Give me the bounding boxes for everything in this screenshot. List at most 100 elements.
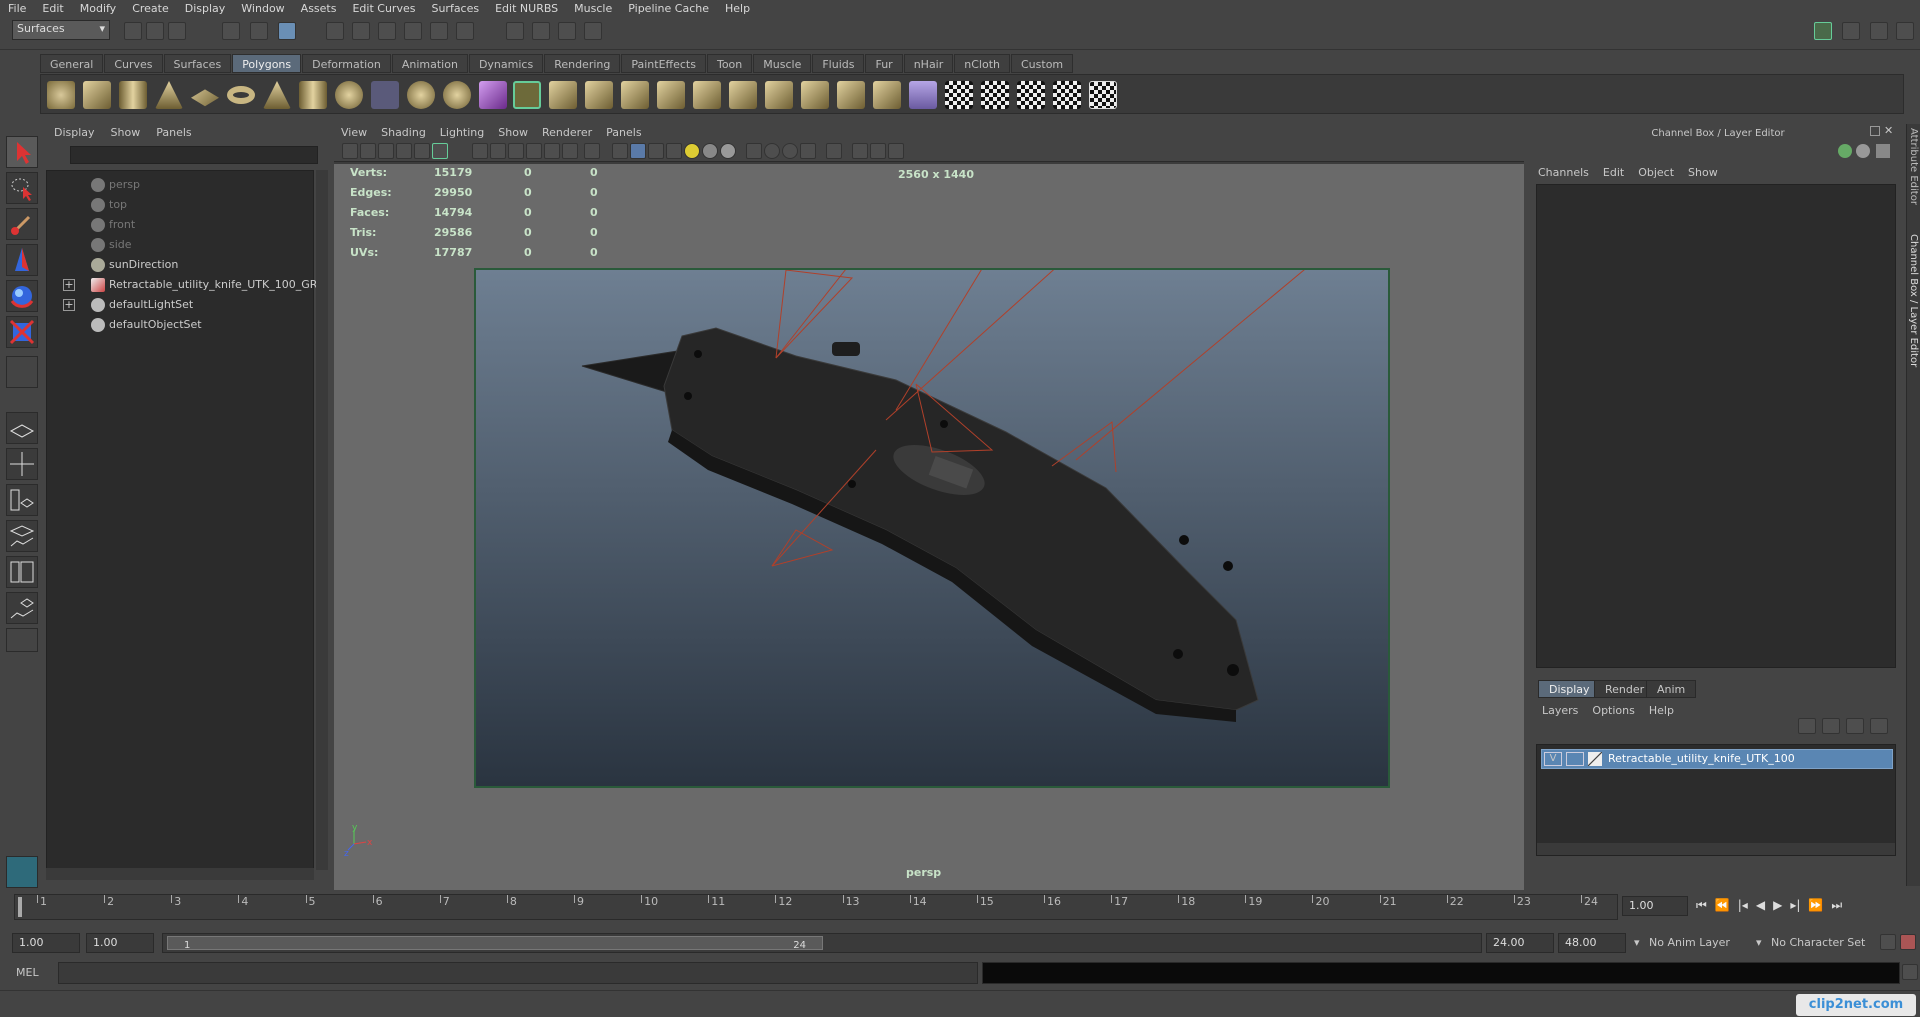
sculpt-geometry-icon[interactable] xyxy=(909,81,937,109)
toggle-layer-editor-icon[interactable] xyxy=(1896,22,1914,40)
viewport-menu-renderer[interactable]: Renderer xyxy=(535,124,599,142)
tab-fluids[interactable]: Fluids xyxy=(812,54,865,73)
combine-icon[interactable] xyxy=(371,81,399,109)
channel-menu-channels[interactable]: Channels xyxy=(1538,166,1589,179)
gate-mask-icon[interactable] xyxy=(526,143,542,159)
single-perspective-layout-icon[interactable] xyxy=(6,412,38,444)
safe-title-icon[interactable] xyxy=(584,143,600,159)
poly-cylinder-icon[interactable] xyxy=(119,81,147,109)
tab-polygons[interactable]: Polygons xyxy=(232,54,302,73)
outliner-search-input[interactable] xyxy=(70,146,318,164)
render-current-icon[interactable] xyxy=(532,22,550,40)
render-view-icon[interactable] xyxy=(506,22,524,40)
menu-muscle[interactable]: Muscle xyxy=(566,2,620,15)
custom-layout-icon[interactable] xyxy=(6,628,38,652)
menu-file[interactable]: File xyxy=(0,2,34,15)
tab-curves[interactable]: Curves xyxy=(104,54,163,73)
layer-visibility-toggle[interactable]: V xyxy=(1544,752,1562,766)
uv-texture-editor-icon[interactable] xyxy=(1089,81,1117,109)
wireframe-icon[interactable] xyxy=(612,143,628,159)
channel-menu-edit[interactable]: Edit xyxy=(1603,166,1624,179)
tab-nhair[interactable]: nHair xyxy=(903,54,954,73)
layer-menu-help[interactable]: Help xyxy=(1649,704,1674,717)
backface-culling-icon[interactable] xyxy=(852,143,868,159)
last-tool-icon[interactable] xyxy=(6,356,38,388)
outliner-menu-display[interactable]: Display xyxy=(46,124,103,142)
bridge-icon[interactable] xyxy=(549,81,577,109)
menu-modify[interactable]: Modify xyxy=(72,2,124,15)
list-item[interactable]: defaultObjectSet xyxy=(91,315,202,335)
open-scene-icon[interactable] xyxy=(146,22,164,40)
animation-preferences-icon[interactable] xyxy=(1900,934,1916,950)
viewport-menu-panels[interactable]: Panels xyxy=(599,124,648,142)
two-d-pan-zoom-icon[interactable] xyxy=(414,143,430,159)
tab-toon[interactable]: Toon xyxy=(706,54,753,73)
script-editor-icon[interactable] xyxy=(1902,964,1918,980)
select-component-icon[interactable] xyxy=(278,22,296,40)
new-layer-icon[interactable] xyxy=(1846,718,1864,734)
move-tool-icon[interactable] xyxy=(6,244,38,276)
outliner-horizontal-scrollbar[interactable] xyxy=(46,868,314,880)
layer-row[interactable]: V Retractable_utility_knife_UTK_100 xyxy=(1541,749,1893,769)
menu-edit-nurbs[interactable]: Edit NURBS xyxy=(487,2,566,15)
list-item[interactable]: + Retractable_utility_knife_UTK_100_GRP xyxy=(63,275,324,295)
isolate-select-icon[interactable] xyxy=(746,143,762,159)
spherical-mapping-icon[interactable] xyxy=(1017,81,1045,109)
list-item[interactable]: persp xyxy=(91,175,140,195)
go-to-start-icon[interactable]: ⏮ xyxy=(1696,898,1707,913)
textured-icon[interactable] xyxy=(666,143,682,159)
persp-graph-layout-icon[interactable] xyxy=(6,520,38,552)
outliner-vertical-scrollbar[interactable] xyxy=(316,170,328,870)
separate-icon[interactable] xyxy=(407,81,435,109)
expand-icon[interactable]: + xyxy=(63,299,75,311)
layer-horizontal-scrollbar[interactable] xyxy=(1537,843,1895,855)
current-time-field[interactable]: 1.00 xyxy=(1622,896,1688,916)
split-polygon-icon[interactable] xyxy=(621,81,649,109)
layer-color-icon[interactable] xyxy=(1588,752,1602,766)
safe-action-icon[interactable] xyxy=(562,143,578,159)
list-item[interactable]: side xyxy=(91,235,132,255)
fill-hole-icon[interactable] xyxy=(837,81,865,109)
step-back-key-icon[interactable]: ⏪ xyxy=(1715,898,1730,913)
character-set-dropdown[interactable]: ▾ No Character Set xyxy=(1756,936,1865,949)
viewport-menu-lighting[interactable]: Lighting xyxy=(433,124,491,142)
play-backwards-icon[interactable]: ◀ xyxy=(1756,898,1765,913)
current-frame-marker[interactable] xyxy=(18,897,22,917)
tab-deformation[interactable]: Deformation xyxy=(302,54,391,73)
snap-curve-icon[interactable] xyxy=(352,22,370,40)
expand-icon[interactable]: + xyxy=(63,279,75,291)
command-input[interactable] xyxy=(58,962,978,984)
new-scene-icon[interactable] xyxy=(124,22,142,40)
tab-general[interactable]: General xyxy=(40,54,104,73)
playback-start-field[interactable]: 1.00 xyxy=(86,933,154,953)
lasso-tool-icon[interactable] xyxy=(6,172,38,204)
four-view-layout-icon[interactable] xyxy=(6,448,38,480)
menu-set-dropdown[interactable]: Surfaces ▾ xyxy=(12,20,110,40)
list-item[interactable]: sunDirection xyxy=(91,255,178,275)
film-gate-icon[interactable] xyxy=(490,143,506,159)
list-item[interactable]: + defaultLightSet xyxy=(63,295,193,315)
poly-sphere-icon[interactable] xyxy=(47,81,75,109)
extrude-icon[interactable] xyxy=(513,81,541,109)
tab-animation[interactable]: Animation xyxy=(391,54,468,73)
tab-display[interactable]: Display xyxy=(1538,680,1601,698)
outliner-menu-show[interactable]: Show xyxy=(103,124,149,142)
mel-label[interactable]: MEL xyxy=(16,966,39,979)
tab-dynamics[interactable]: Dynamics xyxy=(468,54,544,73)
step-forward-frame-icon[interactable]: ▸| xyxy=(1790,898,1800,913)
select-object-icon[interactable] xyxy=(250,22,268,40)
viewport-menu-shading[interactable]: Shading xyxy=(374,124,433,142)
smooth-icon[interactable] xyxy=(443,81,471,109)
channel-menu-show[interactable]: Show xyxy=(1688,166,1718,179)
view-toggle-icon[interactable] xyxy=(870,143,886,159)
snap-view-plane-icon[interactable] xyxy=(404,22,422,40)
list-item[interactable]: top xyxy=(91,195,127,215)
make-live-icon[interactable] xyxy=(430,22,448,40)
menu-edit[interactable]: Edit xyxy=(34,2,71,15)
layer-template-toggle[interactable] xyxy=(1566,752,1584,766)
rotate-tool-icon[interactable] xyxy=(6,280,38,312)
history-icon[interactable] xyxy=(456,22,474,40)
menu-surfaces[interactable]: Surfaces xyxy=(423,2,487,15)
tab-rendering[interactable]: Rendering xyxy=(544,54,621,73)
scale-tool-icon[interactable] xyxy=(6,316,38,348)
